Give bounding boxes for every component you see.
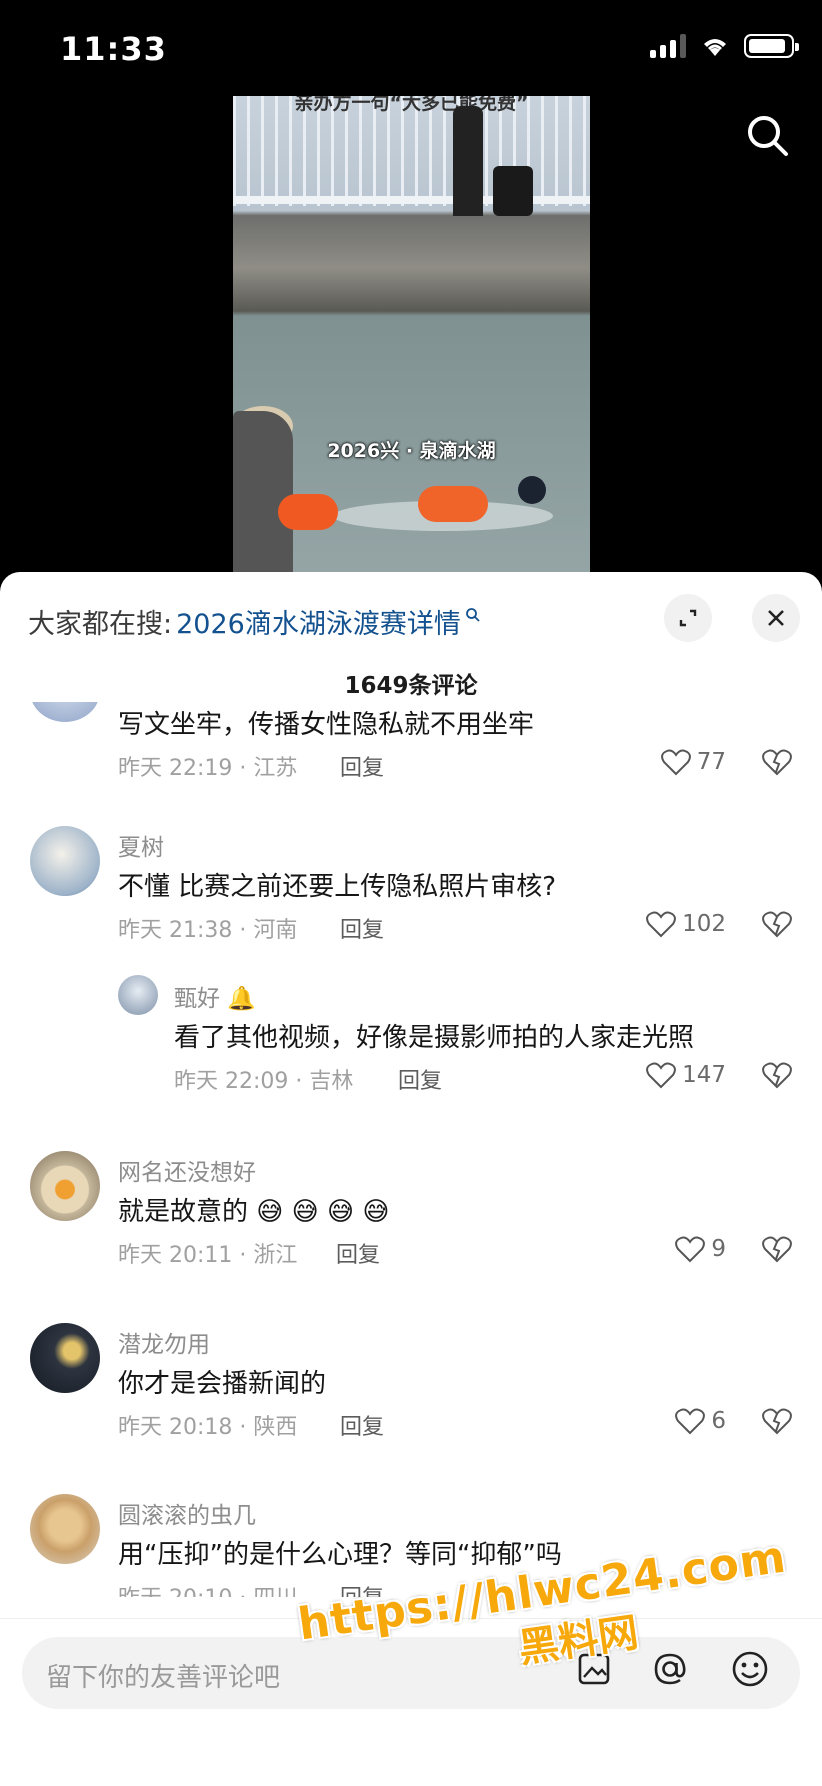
- comment-text: 用“压抑”的是什么心理？等同“抑郁”吗: [118, 1540, 562, 1570]
- reply-button[interactable]: 回复: [340, 1409, 384, 1441]
- username[interactable]: 潜龙勿用: [118, 1325, 210, 1359]
- avatar[interactable]: [30, 702, 100, 722]
- battery-icon: [744, 34, 799, 58]
- close-button[interactable]: [752, 594, 800, 642]
- comment-meta: 昨天 22:19 · 江苏: [118, 756, 298, 781]
- search-icon: [465, 607, 480, 622]
- reply-button[interactable]: 回复: [340, 1580, 384, 1597]
- comment-text: 看了其他视频，好像是摄影师拍的人家走光照: [174, 1023, 695, 1053]
- like-count: 9: [711, 1236, 726, 1262]
- comment-meta: 昨天 22:09 · 吉林: [174, 1069, 354, 1094]
- heart-icon: [646, 1062, 677, 1089]
- comment-input-placeholder: 留下你的友善评论吧: [46, 1663, 281, 1693]
- reply-button[interactable]: 回复: [398, 1063, 442, 1095]
- signal-icon: [650, 34, 686, 58]
- comment-sheet: 大家都在搜: 2026滴水湖泳渡赛详情 1649条评论 写文坐牢，传播女性隐私就…: [0, 572, 822, 1786]
- comment-text: 就是故意的 😅 😅 😅 😅: [118, 1197, 390, 1227]
- broken-heart-icon[interactable]: [762, 1235, 792, 1263]
- video-person: [453, 106, 483, 216]
- heart-icon: [660, 749, 691, 776]
- reply-button[interactable]: 回复: [340, 912, 384, 944]
- search-icon: [748, 116, 788, 156]
- username[interactable]: 圆滚滚的虫几: [118, 1496, 256, 1530]
- comment-item: 网名还没想好 就是故意的 😅 😅 😅 😅 昨天 20:11 · 浙江 回复 9: [0, 1137, 822, 1297]
- username[interactable]: 夏树: [118, 828, 164, 862]
- swimmer: [518, 476, 546, 504]
- expand-button[interactable]: [664, 594, 712, 642]
- image-icon[interactable]: [574, 1649, 614, 1689]
- broken-heart-icon[interactable]: [762, 748, 792, 776]
- like-count: 6: [711, 1408, 726, 1434]
- mention-icon[interactable]: [650, 1649, 690, 1689]
- emoji-icon[interactable]: [730, 1649, 770, 1689]
- screen: 11:33 亲办方一句“大多已能免费” 2026兴 · 泉滴水湖 大家都在搜: …: [0, 0, 822, 1786]
- avatar[interactable]: [118, 975, 158, 1015]
- close-icon: [768, 610, 784, 626]
- status-icons: [650, 34, 799, 58]
- username[interactable]: 网名还没想好: [118, 1153, 256, 1187]
- comment-item: 潜龙勿用 你才是会播新闻的 昨天 20:18 · 陕西 回复 6: [0, 1309, 822, 1469]
- status-bar: 11:33: [0, 0, 822, 96]
- avatar[interactable]: [30, 1494, 100, 1564]
- like-count: 77: [696, 749, 726, 775]
- like-count: 147: [682, 1062, 726, 1088]
- like-button[interactable]: 147: [646, 1061, 726, 1089]
- trending-query-link[interactable]: 2026滴水湖泳渡赛详情: [176, 602, 461, 641]
- broken-heart-icon[interactable]: [762, 1407, 792, 1435]
- comment-item: 圆滚滚的虫几 用“压抑”的是什么心理？等同“抑郁”吗 昨天 20:10 · 四川…: [0, 1480, 822, 1597]
- reply-item: 甄好 🔔 看了其他视频，好像是摄影师拍的人家走光照 昨天 22:09 · 吉林 …: [0, 967, 822, 1117]
- comment-text: 你才是会播新闻的: [118, 1369, 327, 1399]
- like-button[interactable]: 102: [646, 910, 726, 938]
- heart-icon: [675, 1408, 706, 1435]
- comment-meta: 昨天 20:10 · 四川: [118, 1580, 297, 1597]
- comment-item: 写文坐牢，传播女性隐私就不用坐牢 昨天 22:19 · 江苏 回复 77: [0, 702, 822, 822]
- username[interactable]: 甄好 🔔: [174, 979, 256, 1013]
- avatar[interactable]: [30, 1323, 100, 1393]
- comment-text: 不懂 比赛之前还要上传隐私照片审核?: [118, 872, 557, 902]
- video-top-caption: 亲办方一句“大多已能免费”: [294, 96, 529, 114]
- comment-text: 写文坐牢，传播女性隐私就不用坐牢: [118, 710, 535, 740]
- trending-search[interactable]: 大家都在搜: 2026滴水湖泳渡赛详情: [28, 602, 481, 641]
- trending-label: 大家都在搜:: [28, 609, 173, 640]
- broken-heart-icon[interactable]: [762, 910, 792, 938]
- avatar[interactable]: [30, 826, 100, 896]
- video-player[interactable]: 亲办方一句“大多已能免费” 2026兴 · 泉滴水湖: [233, 96, 590, 574]
- reply-button[interactable]: 回复: [340, 750, 384, 782]
- buoy: [418, 486, 488, 522]
- like-count: 102: [682, 911, 726, 937]
- comment-count: 1649条评论: [344, 673, 478, 699]
- video-caption: 2026兴 · 泉滴水湖: [327, 440, 496, 462]
- comment-input-bar: 留下你的友善评论吧: [0, 1618, 822, 1786]
- comment-meta: 昨天 21:38 · 河南: [118, 918, 298, 943]
- like-button[interactable]: 9: [675, 1235, 726, 1263]
- buoy: [278, 494, 338, 530]
- broken-heart-icon[interactable]: [762, 1061, 792, 1089]
- search-button[interactable]: [744, 112, 792, 160]
- bell-icon: 🔔: [227, 986, 256, 1012]
- status-time: 11:33: [60, 30, 167, 68]
- reply-button[interactable]: 回复: [336, 1237, 380, 1269]
- expand-icon: [679, 609, 697, 627]
- heart-icon: [675, 1236, 706, 1263]
- comment-list[interactable]: 写文坐牢，传播女性隐私就不用坐牢 昨天 22:19 · 江苏 回复 77 夏树 …: [0, 702, 822, 1597]
- heart-icon: [646, 911, 677, 938]
- like-button[interactable]: 6: [675, 1407, 726, 1435]
- comment-meta: 昨天 20:18 · 陕西: [118, 1415, 298, 1440]
- like-button[interactable]: 77: [660, 748, 726, 776]
- wifi-icon: [704, 39, 726, 56]
- avatar[interactable]: [30, 1151, 100, 1221]
- comment-meta: 昨天 20:11 · 浙江: [118, 1243, 298, 1268]
- comment-item: 夏树 不懂 比赛之前还要上传隐私照片审核? 昨天 21:38 · 河南 回复 1…: [0, 812, 822, 972]
